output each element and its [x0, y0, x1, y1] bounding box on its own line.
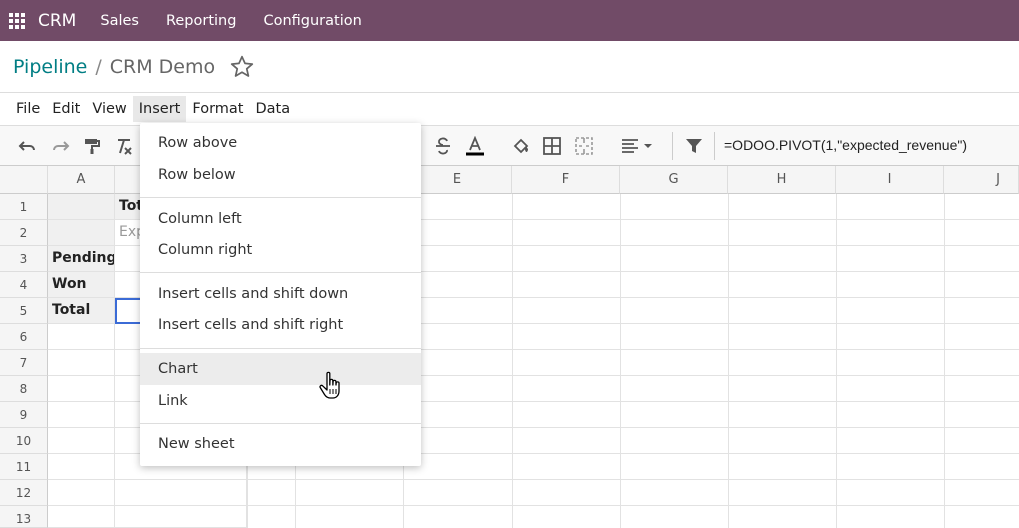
apps-grid-icon[interactable]	[9, 12, 25, 29]
row-header[interactable]: 1	[0, 194, 48, 220]
menu-insert[interactable]: Insert	[132, 95, 187, 122]
merge-cells-icon[interactable]	[574, 136, 594, 156]
row-header[interactable]: 12	[0, 480, 48, 506]
cell[interactable]	[48, 350, 115, 376]
menu-item-new-sheet[interactable]: New sheet	[140, 428, 421, 460]
clear-format-icon[interactable]	[114, 136, 134, 156]
menu-item-link[interactable]: Link	[140, 385, 421, 417]
menu-item-column-left[interactable]: Column left	[140, 203, 421, 235]
nav-item-reporting[interactable]: Reporting	[166, 13, 237, 29]
breadcrumb-current: CRM Demo	[109, 55, 216, 78]
col-header-g[interactable]: G	[620, 166, 728, 194]
col-header-j[interactable]: J	[944, 166, 1019, 194]
cell[interactable]	[48, 376, 115, 402]
toolbar-separator	[672, 132, 673, 160]
row-header[interactable]: 5	[0, 298, 48, 324]
col-header-h[interactable]: H	[728, 166, 836, 194]
menu-data[interactable]: Data	[249, 96, 296, 122]
fill-color-icon[interactable]	[511, 136, 531, 156]
cell-a3[interactable]: Pending	[48, 246, 115, 272]
cell[interactable]	[115, 480, 247, 506]
menu-file[interactable]: File	[10, 96, 46, 122]
cell-a4[interactable]: Won	[48, 272, 115, 298]
menu-item-row-below[interactable]: Row below	[140, 159, 421, 191]
cell-a2[interactable]	[48, 220, 115, 246]
cell[interactable]	[48, 428, 115, 454]
breadcrumb: Pipeline / CRM Demo	[0, 41, 1019, 93]
menu-separator	[140, 272, 421, 273]
menu-item-column-right[interactable]: Column right	[140, 234, 421, 266]
grid-corner[interactable]	[0, 166, 48, 194]
col-header-f[interactable]: F	[512, 166, 620, 194]
row-header[interactable]: 8	[0, 376, 48, 402]
menu-format[interactable]: Format	[186, 96, 249, 122]
undo-icon[interactable]	[18, 136, 38, 156]
cell-a5[interactable]: Total	[48, 298, 115, 324]
row-header[interactable]: 9	[0, 402, 48, 428]
hand-pointer-cursor-icon	[319, 371, 340, 399]
menu-bar: File Edit View Insert Format Data	[0, 94, 1019, 123]
cell-a1[interactable]	[48, 194, 115, 220]
menu-edit[interactable]: Edit	[46, 96, 86, 122]
menu-separator	[140, 423, 421, 424]
row-header[interactable]: 13	[0, 506, 48, 528]
formula-input[interactable]: =ODOO.PIVOT(1,"expected_revenue")	[724, 137, 967, 153]
toolbar-separator	[714, 132, 715, 160]
menu-item-chart[interactable]: Chart	[140, 353, 421, 385]
paint-format-icon[interactable]	[82, 136, 102, 156]
top-nav: CRM Sales Reporting Configuration	[0, 0, 1019, 41]
menu-item-insert-cells-shift-right[interactable]: Insert cells and shift right	[140, 309, 421, 341]
row-header[interactable]: 10	[0, 428, 48, 454]
menu-view[interactable]: View	[86, 96, 132, 122]
row-header[interactable]: 11	[0, 454, 48, 480]
breadcrumb-pipeline[interactable]: Pipeline	[13, 56, 87, 78]
borders-icon[interactable]	[542, 136, 562, 156]
cell[interactable]	[48, 506, 115, 528]
col-header-a[interactable]: A	[48, 166, 115, 194]
nav-item-configuration[interactable]: Configuration	[263, 13, 361, 29]
redo-icon[interactable]	[50, 136, 70, 156]
text-color-icon[interactable]	[465, 136, 485, 156]
strikethrough-icon[interactable]	[433, 136, 453, 156]
row-header[interactable]: 3	[0, 246, 48, 272]
insert-dropdown-menu: Row above Row below Column left Column r…	[140, 123, 421, 466]
nav-item-sales[interactable]: Sales	[100, 13, 139, 29]
cell[interactable]	[48, 454, 115, 480]
star-icon[interactable]	[229, 54, 255, 80]
menu-separator	[140, 348, 421, 349]
cell[interactable]	[115, 506, 247, 528]
filter-icon[interactable]	[684, 136, 704, 156]
cell[interactable]	[48, 402, 115, 428]
cell[interactable]	[48, 480, 115, 506]
row-header[interactable]: 2	[0, 220, 48, 246]
cell[interactable]	[48, 324, 115, 350]
row-header[interactable]: 6	[0, 324, 48, 350]
row-header[interactable]: 4	[0, 272, 48, 298]
menu-item-insert-cells-shift-down[interactable]: Insert cells and shift down	[140, 278, 421, 310]
menu-separator	[140, 197, 421, 198]
app-brand[interactable]: CRM	[38, 11, 76, 31]
align-icon[interactable]	[620, 136, 656, 156]
col-header-i[interactable]: I	[836, 166, 944, 194]
row-header[interactable]: 7	[0, 350, 48, 376]
breadcrumb-separator: /	[95, 55, 102, 78]
menu-item-row-above[interactable]: Row above	[140, 127, 421, 159]
